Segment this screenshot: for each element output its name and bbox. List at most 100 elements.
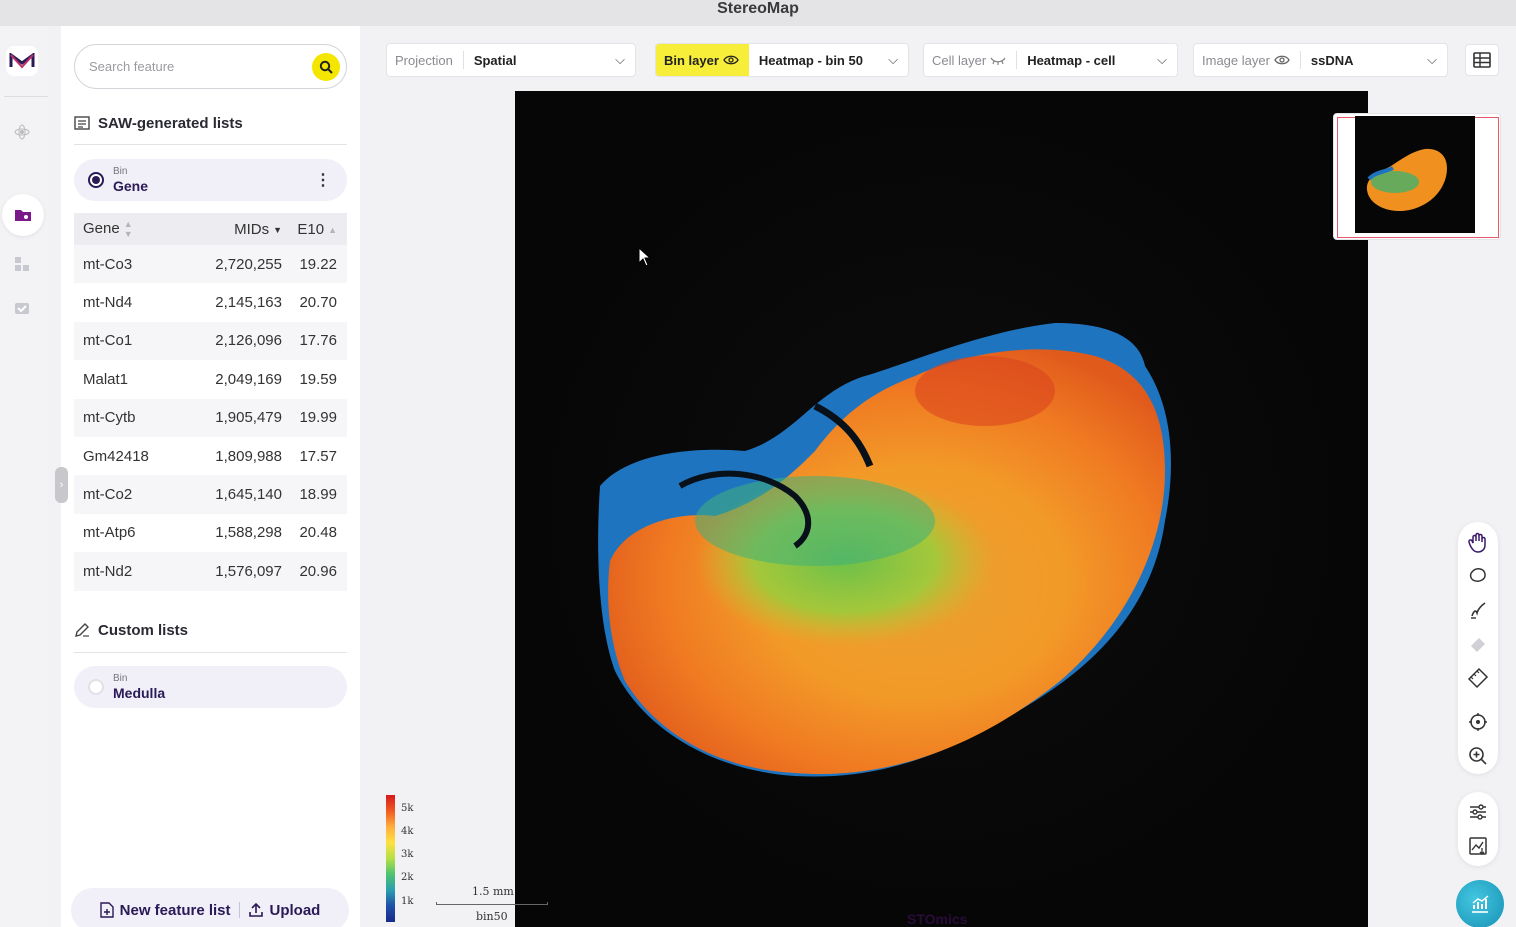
ruler-icon[interactable] [1466,666,1490,690]
chevron-right-icon: › [59,479,64,491]
table-row[interactable]: mt-Co1 2,126,096 17.76 [74,321,347,361]
mids-cell: 1,809,988 [215,447,282,465]
col-e10[interactable]: E10 ▲ [282,221,347,238]
bin-layer-select[interactable]: Bin layer Heatmap - bin 50 ⌵ [655,43,909,77]
table-row[interactable]: mt-Co3 2,720,255 19.22 [74,245,347,284]
table-row[interactable]: Gm42418 1,809,988 17.57 [74,437,347,475]
minimap-image [1355,116,1475,233]
table-row[interactable]: mt-Co2 1,645,140 18.99 [74,475,347,514]
e10-cell: 19.22 [299,255,337,273]
chevron-down-icon: ⌵ [1157,52,1167,67]
list-icon [74,116,90,130]
e10-cell: 17.57 [299,447,337,465]
gene-cell: mt-Co3 [83,255,133,273]
upload-button[interactable]: Upload [248,902,320,919]
sort-icon: ▲ ▼ [123,219,133,239]
gene-list-item[interactable]: Bin Gene ⋮ [74,159,347,201]
legend-tick: 2k [401,872,414,883]
new-feature-list-button[interactable]: New feature list [99,902,231,919]
brush-icon[interactable] [1466,598,1490,622]
medulla-list-type: Bin [113,673,128,684]
action-divider [238,902,240,918]
table-row[interactable]: mt-Cytb 1,905,479 19.99 [74,398,347,437]
legend-gradient [386,795,395,922]
projection-label: Projection [395,52,453,68]
collapse-panel-button[interactable]: › [55,467,68,503]
atom-icon[interactable] [10,120,34,144]
scale-unit: bin50 [476,910,508,923]
add-file-icon [99,902,114,918]
cell-layer-toggle[interactable]: Cell layer [924,44,1016,76]
table-row[interactable]: mt-Atp6 1,588,298 20.48 [74,514,347,552]
e10-cell: 19.99 [299,409,337,427]
mids-cell: 1,588,298 [215,524,282,542]
projection-select[interactable]: Projection Spatial ⌵ [386,43,636,77]
image-layer-select[interactable]: Image layer ssDNA ⌵ [1193,43,1448,77]
gene-cell: mt-Co1 [83,332,133,350]
nav-rail [0,26,48,927]
analysis-fab-button[interactable] [1456,880,1504,927]
export-image-icon[interactable] [1466,834,1490,858]
grid-layout-icon [1473,52,1491,68]
minimap[interactable] [1333,113,1501,240]
app-title: StereoMap [717,0,799,17]
col-mids[interactable]: MIDs ▼ [189,221,282,238]
table-row[interactable]: mt-Nd4 2,145,163 20.70 [74,283,347,321]
gene-cell: Gm42418 [83,447,149,465]
eye-icon [723,55,739,65]
col-gene[interactable]: Gene ▲ ▼ [74,219,189,239]
cell-layer-select[interactable]: Cell layer Heatmap - cell ⌵ [923,43,1178,77]
list-actions: New feature list Upload [71,888,349,927]
eraser-icon[interactable] [1466,632,1490,656]
lasso-icon[interactable] [1466,564,1490,588]
table-row[interactable]: Malat1 2,049,169 19.59 [74,360,347,398]
chevron-down-icon: ⌵ [1427,52,1437,67]
gene-cell: Malat1 [83,370,129,388]
gene-list-type: Bin [113,166,128,177]
custom-lists-header: Custom lists [74,617,347,643]
spatial-canvas[interactable]: STOmics [515,91,1368,927]
saw-lists-header: SAW-generated lists [74,110,347,136]
gene-table: Gene ▲ ▼ MIDs ▼ E10 ▲ mt-Co3 2,720,255 19.22 mt… [74,213,347,591]
gene-cell: mt-Co2 [83,486,133,504]
e10-cell: 18.99 [299,486,337,504]
legend-tick: 3k [401,849,414,860]
search-box[interactable]: Search feature [74,44,347,89]
section-divider [74,144,347,145]
zoom-in-icon[interactable] [1466,744,1490,768]
search-button[interactable] [312,53,340,81]
edit-icon [75,623,89,637]
title-bar: StereoMap [0,0,1516,26]
bin-layer-value: Heatmap - bin 50 [758,52,863,68]
canvas-tools [1458,522,1498,774]
gene-list-radio[interactable] [88,172,104,188]
gene-cell: mt-Cytb [83,409,136,427]
medulla-list-radio[interactable] [88,679,104,695]
sliders-icon[interactable] [1466,800,1490,824]
legend-tick: 4k [401,826,414,837]
layout-grid-button[interactable] [1465,44,1499,76]
more-options-icon[interactable]: ⋮ [315,170,331,190]
medulla-list-item[interactable]: Bin Medulla [74,666,347,708]
mids-cell: 2,049,169 [215,370,282,388]
chevron-down-icon: ⌵ [615,52,625,67]
image-layer-toggle[interactable]: Image layer [1194,44,1300,76]
e10-cell: 19.59 [299,370,337,388]
mids-cell: 2,145,163 [215,294,282,312]
table-header: Gene ▲ ▼ MIDs ▼ E10 ▲ [74,213,347,245]
search-input[interactable]: Search feature [89,59,174,74]
rail-divider [4,96,48,97]
sort-desc-icon: ▼ [273,224,282,235]
mids-cell: 1,576,097 [215,562,282,580]
table-row[interactable]: mt-Nd2 1,576,097 20.96 [74,552,347,591]
chart-icon [1472,895,1489,913]
e10-cell: 20.70 [299,294,337,312]
check-tray-icon[interactable] [10,296,34,320]
stereomap-logo[interactable] [6,46,38,76]
folder-icon[interactable] [2,194,44,236]
pan-hand-icon[interactable] [1466,530,1490,554]
bin-layer-toggle[interactable]: Bin layer [656,44,749,76]
layers-icon[interactable] [10,252,34,276]
stomics-watermark: STOmics [907,911,968,927]
target-icon[interactable] [1466,710,1490,734]
